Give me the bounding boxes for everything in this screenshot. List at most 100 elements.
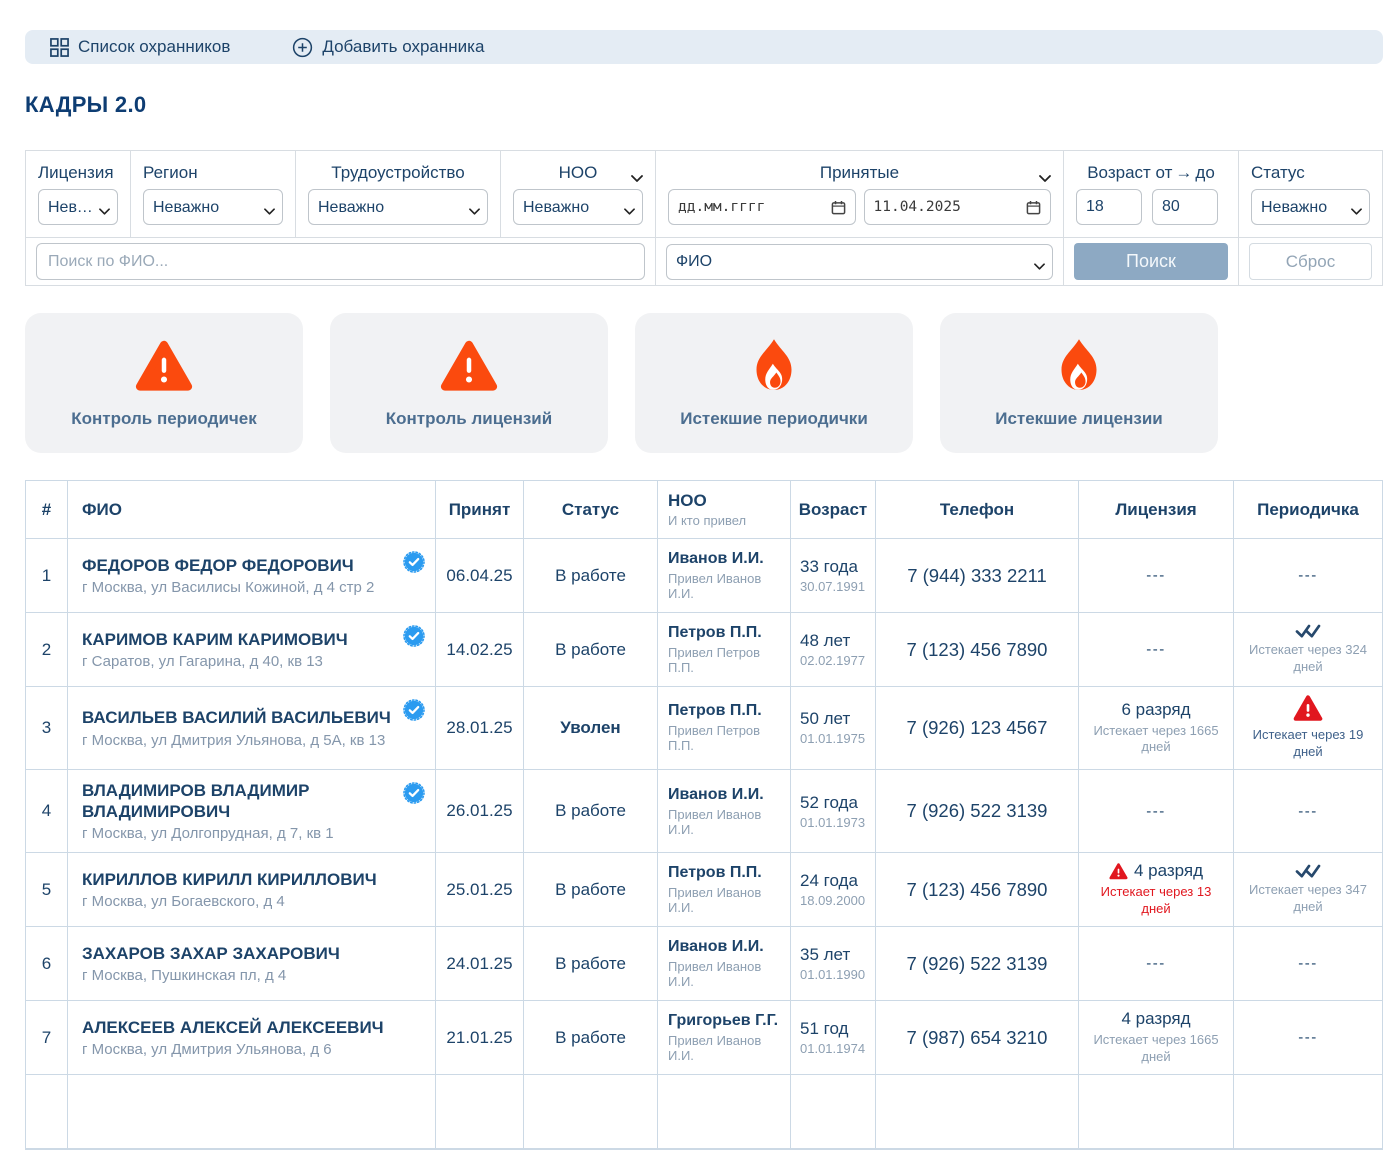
reset-button[interactable]: Сброс (1249, 243, 1372, 280)
noo-cell: Иванов И.И. Привел Иванов И.И. (658, 539, 791, 612)
guard-address: г Москва, ул Дмитрия Ульянова, д 5А, кв … (82, 732, 385, 749)
filter-accepted: Принятые дд.мм.гггг 11.04.2025 (656, 151, 1064, 237)
chevron-down-icon (631, 167, 643, 187)
filter-age-label: Возраст от→до (1076, 160, 1226, 186)
table-row[interactable]: 5 КИРИЛЛОВ КИРИЛЛ КИРИЛЛОВИЧ г Москва, у… (26, 853, 1382, 927)
card-label: Истекшие лицензии (995, 409, 1163, 429)
noo-name: Петров П.П. (668, 702, 762, 720)
fio-cell: ЗАХАРОВ ЗАХАР ЗАХАРОВИЧ г Москва, Пушкин… (68, 927, 436, 1000)
verified-badge-icon (403, 699, 425, 726)
search-by-select[interactable]: ФИО (666, 244, 1053, 280)
license-cell (1079, 1075, 1234, 1148)
periodic-cell: Истекает через 19 дней (1234, 687, 1382, 769)
date-from-input[interactable]: дд.мм.гггг (668, 189, 856, 225)
calendar-icon (1026, 200, 1041, 215)
status-select[interactable]: Неважно (1251, 189, 1370, 225)
noo-select[interactable]: Неважно (513, 189, 643, 225)
warning-triangle-icon (135, 337, 193, 393)
noo-cell: Григорьев Г.Г. Привел Иванов И.И. (658, 1001, 791, 1074)
table-row[interactable]: 7 АЛЕКСЕЕВ АЛЕКСЕЙ АЛЕКСЕЕВИЧ г Москва, … (26, 1001, 1382, 1075)
header-status: Статус (524, 481, 658, 538)
periodic-note: Истекает через 19 дней (1240, 727, 1376, 761)
top-navbar: Список охранников Добавить охранника (25, 30, 1383, 64)
license-dash: --- (1146, 955, 1166, 972)
guard-name: ВАСИЛЬЕВ ВАСИЛИЙ ВАСИЛЬЕВИЧ (82, 707, 391, 728)
noo-referrer: Привел Петров П.П. (668, 723, 780, 753)
age-value: 51 год (800, 1019, 848, 1039)
flame-icon (1058, 337, 1100, 393)
status-cell: В работе (524, 539, 658, 612)
card-expired-periodic[interactable]: Истекшие периодички (635, 313, 913, 453)
phone-cell: 7 (123) 456 7890 (876, 853, 1079, 926)
status-text: Уволен (560, 718, 620, 738)
fio-cell (68, 1075, 436, 1148)
filter-license: Лицензия Неважно (26, 151, 131, 237)
filter-accepted-label[interactable]: Принятые (668, 160, 1051, 186)
header-fio: ФИО (68, 481, 436, 538)
status-cell (524, 1075, 658, 1148)
license-dash: --- (1146, 803, 1166, 820)
region-select[interactable]: Неважно (143, 189, 283, 225)
license-cell: 4 разряд Истекает через 13 дней (1079, 853, 1234, 926)
date-to-value: 11.04.2025 (874, 199, 961, 215)
fio-cell: ВАСИЛЬЕВ ВАСИЛИЙ ВАСИЛЬЕВИЧ г Москва, ул… (68, 687, 436, 769)
employment-select[interactable]: Неважно (308, 189, 488, 225)
filter-employment: Трудоустройство Неважно (296, 151, 501, 237)
reset-button-cell: Сброс (1239, 238, 1382, 285)
nav-guard-list[interactable]: Список охранников (50, 37, 230, 57)
table-row[interactable] (26, 1075, 1382, 1149)
search-input[interactable] (36, 243, 645, 280)
table-row[interactable]: 2 КАРИМОВ КАРИМ КАРИМОВИЧ г Саратов, ул … (26, 613, 1382, 687)
table-row[interactable]: 6 ЗАХАРОВ ЗАХАР ЗАХАРОВИЧ г Москва, Пушк… (26, 927, 1382, 1001)
accepted-cell (436, 1075, 524, 1148)
status-text: В работе (555, 566, 626, 586)
filter-noo-label[interactable]: НОО (513, 160, 643, 186)
periodic-warning-icon (1293, 695, 1323, 722)
age-to-input[interactable] (1152, 189, 1218, 225)
table-row[interactable]: 3 ВАСИЛЬЕВ ВАСИЛИЙ ВАСИЛЬЕВИЧ г Москва, … (26, 687, 1382, 770)
nav-add-guard[interactable]: Добавить охранника (292, 37, 484, 58)
periodic-cell: Истекает через 324 дней (1234, 613, 1382, 686)
fio-cell: ФЕДОРОВ ФЕДОР ФЕДОРОВИЧ г Москва, ул Вас… (68, 539, 436, 612)
filter-row-top: Лицензия Неважно Регион Неважно Трудоуст… (26, 151, 1382, 238)
card-expired-license[interactable]: Истекшие лицензии (940, 313, 1218, 453)
flame-icon (753, 337, 795, 393)
page-title: КАДРЫ 2.0 (25, 92, 1383, 118)
license-cell: --- (1079, 613, 1234, 686)
accepted-cell: 14.02.25 (436, 613, 524, 686)
table-row[interactable]: 1 ФЕДОРОВ ФЕДОР ФЕДОРОВИЧ г Москва, ул В… (26, 539, 1382, 613)
double-check-icon (1295, 863, 1322, 879)
calendar-icon (831, 200, 846, 215)
fio-cell: КАРИМОВ КАРИМ КАРИМОВИЧ г Саратов, ул Га… (68, 613, 436, 686)
nav-guard-list-label: Список охранников (78, 37, 230, 57)
age-from-input[interactable] (1076, 189, 1142, 225)
noo-name: Петров П.П. (668, 864, 762, 882)
header-age: Возраст (791, 481, 876, 538)
noo-cell: Петров П.П. Привел Иванов И.И. (658, 853, 791, 926)
row-number: 4 (26, 770, 68, 853)
license-select[interactable]: Неважно (38, 189, 118, 225)
row-number (26, 1075, 68, 1148)
filter-row-bottom: ФИО Поиск Сброс (26, 238, 1382, 285)
card-label: Контроль периодичек (71, 409, 256, 429)
date-to-input[interactable]: 11.04.2025 (864, 189, 1052, 225)
row-number: 1 (26, 539, 68, 612)
license-grade: 6 разряд (1121, 700, 1190, 720)
noo-name: Григорьев Г.Г. (668, 1012, 778, 1030)
status-cell: В работе (524, 770, 658, 853)
filter-age: Возраст от→до (1064, 151, 1239, 237)
card-control-periodic[interactable]: Контроль периодичек (25, 313, 303, 453)
plus-circle-icon (292, 37, 313, 58)
table-row[interactable]: 4 ВЛАДИМИРОВ ВЛАДИМИР ВЛАДИМИРОВИЧ г Мос… (26, 770, 1382, 854)
guard-name: ФЕДОРОВ ФЕДОР ФЕДОРОВИЧ (82, 555, 354, 576)
nav-add-guard-label: Добавить охранника (322, 37, 484, 57)
phone-cell: 7 (926) 522 3139 (876, 770, 1079, 853)
filter-region-label: Регион (143, 160, 283, 186)
card-control-license[interactable]: Контроль лицензий (330, 313, 608, 453)
header-noo-sub: И кто привел (668, 513, 746, 528)
status-text: В работе (555, 954, 626, 974)
age-cell (791, 1075, 876, 1148)
license-note: Истекает через 13 дней (1085, 884, 1227, 918)
search-button[interactable]: Поиск (1074, 243, 1228, 280)
accepted-cell: 25.01.25 (436, 853, 524, 926)
